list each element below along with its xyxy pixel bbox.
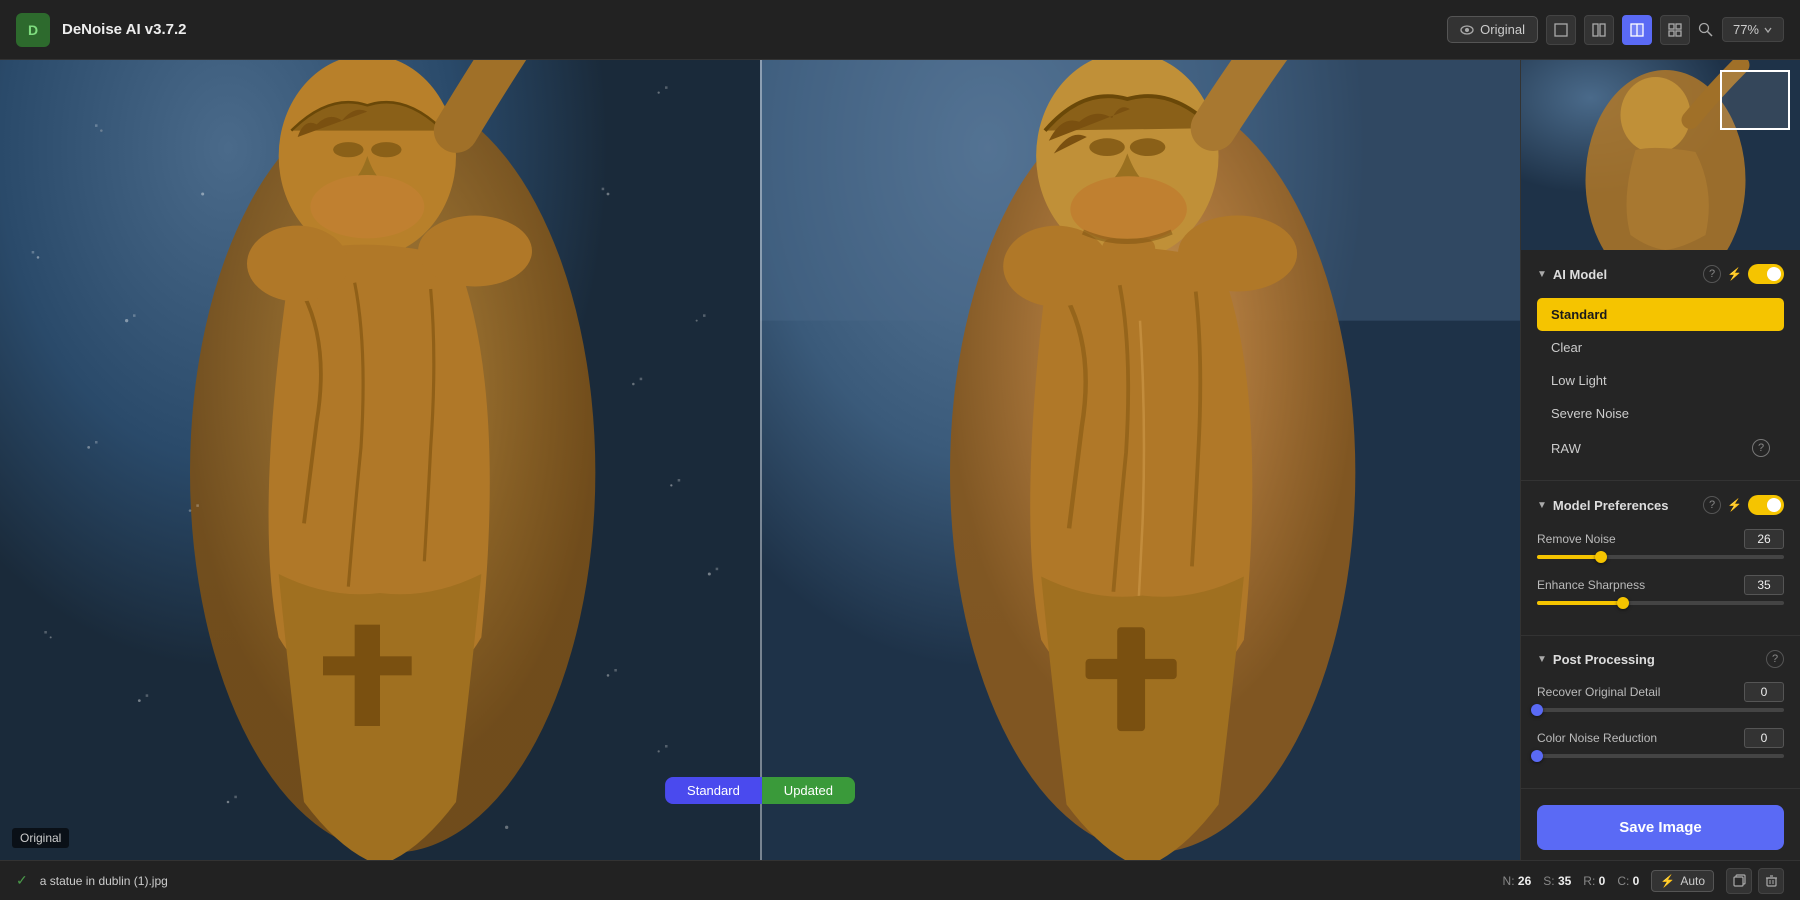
- recover-detail-label: Recover Original Detail: [1537, 685, 1660, 699]
- model-option-raw[interactable]: RAW ?: [1537, 430, 1784, 466]
- model-pref-toggle: ⚡: [1727, 495, 1784, 515]
- copy-icon: [1733, 874, 1746, 887]
- color-noise-thumb[interactable]: [1531, 750, 1543, 762]
- image-container: Original: [0, 60, 1520, 860]
- recover-detail-value[interactable]: 0: [1744, 682, 1784, 702]
- post-processing-section: ▼ Post Processing ? Recover Original Det…: [1521, 636, 1800, 789]
- ai-model-help[interactable]: ?: [1703, 265, 1721, 283]
- noise-param: N: 26: [1503, 874, 1532, 888]
- app-logo: D: [16, 13, 50, 47]
- comparison-pills: Standard Updated: [665, 777, 855, 804]
- thumbnail-area: [1521, 60, 1800, 250]
- app-header: D DeNoise AI v3.7.2 Original: [0, 0, 1800, 60]
- color-param: C: 0: [1617, 874, 1639, 888]
- model-option-low-light[interactable]: Low Light: [1537, 364, 1784, 397]
- color-noise-track[interactable]: [1537, 754, 1784, 758]
- model-option-standard[interactable]: Standard: [1537, 298, 1784, 331]
- zoom-icon: [1698, 22, 1714, 38]
- post-proc-help[interactable]: ?: [1766, 650, 1784, 668]
- model-pref-collapse[interactable]: ▼: [1537, 500, 1547, 511]
- delete-button[interactable]: [1758, 868, 1784, 894]
- model-preferences-header: ▼ Model Preferences ? ⚡: [1537, 495, 1784, 515]
- trash-icon: [1765, 874, 1778, 887]
- updated-pill[interactable]: Updated: [762, 777, 855, 804]
- recover-detail-thumb[interactable]: [1531, 704, 1543, 716]
- ai-model-section: ▼ AI Model ? ⚡ Standard Clear Low Light: [1521, 250, 1800, 481]
- standard-pill[interactable]: Standard: [665, 777, 762, 804]
- zoom-control[interactable]: 77%: [1722, 17, 1784, 42]
- view-split-h-button[interactable]: [1584, 15, 1614, 45]
- enhance-sharpness-fill: [1537, 601, 1623, 605]
- recover-detail-track[interactable]: [1537, 708, 1784, 712]
- remove-noise-thumb[interactable]: [1595, 551, 1607, 563]
- enhance-sharpness-value[interactable]: 35: [1744, 575, 1784, 595]
- enhance-sharpness-label: Enhance Sharpness: [1537, 578, 1645, 592]
- original-label: Original: [12, 828, 69, 848]
- view-split-h-icon: [1592, 23, 1606, 37]
- enhance-sharpness-row: Enhance Sharpness 35: [1537, 575, 1784, 605]
- sharpness-param: S: 35: [1543, 874, 1571, 888]
- ai-model-header: ▼ AI Model ? ⚡: [1537, 264, 1784, 284]
- original-button[interactable]: Original: [1447, 16, 1538, 43]
- image-area: Original: [0, 60, 1520, 860]
- recover-param: R: 0: [1583, 874, 1605, 888]
- app-title: DeNoise AI v3.7.2: [62, 21, 187, 38]
- auto-button[interactable]: ⚡ Auto: [1651, 870, 1714, 892]
- view-grid-button[interactable]: [1660, 15, 1690, 45]
- main-area: Original: [0, 60, 1800, 860]
- processed-statue-svg: [760, 60, 1520, 860]
- ai-model-title: AI Model: [1553, 267, 1697, 282]
- auto-lightning-icon: ⚡: [1660, 874, 1675, 888]
- status-bar: ✓ a statue in dublin (1).jpg N: 26 S: 35…: [0, 860, 1800, 900]
- post-proc-title: Post Processing: [1553, 652, 1760, 667]
- save-image-button[interactable]: Save Image: [1537, 805, 1784, 850]
- model-option-severe-noise[interactable]: Severe Noise: [1537, 397, 1784, 430]
- model-preferences-section: ▼ Model Preferences ? ⚡ Remove Noise 26: [1521, 481, 1800, 636]
- ai-model-collapse[interactable]: ▼: [1537, 269, 1547, 280]
- model-option-clear[interactable]: Clear: [1537, 331, 1784, 364]
- original-image-half: Original: [0, 60, 760, 860]
- view-single-button[interactable]: [1546, 15, 1576, 45]
- view-single-icon: [1554, 23, 1568, 37]
- ai-model-lightning-icon: ⚡: [1727, 267, 1742, 281]
- post-processing-header: ▼ Post Processing ?: [1537, 650, 1784, 668]
- status-params: N: 26 S: 35 R: 0 C: 0: [1503, 874, 1640, 888]
- post-proc-collapse[interactable]: ▼: [1537, 654, 1547, 665]
- copy-button[interactable]: [1726, 868, 1752, 894]
- right-panel: ▼ AI Model ? ⚡ Standard Clear Low Light: [1520, 60, 1800, 860]
- status-action-icons: [1726, 868, 1784, 894]
- enhance-sharpness-thumb[interactable]: [1617, 597, 1629, 609]
- remove-noise-label: Remove Noise: [1537, 532, 1616, 546]
- remove-noise-value[interactable]: 26: [1744, 529, 1784, 549]
- remove-noise-row: Remove Noise 26: [1537, 529, 1784, 559]
- model-pref-title: Model Preferences: [1553, 498, 1697, 513]
- color-noise-value[interactable]: 0: [1744, 728, 1784, 748]
- enhance-sharpness-track[interactable]: [1537, 601, 1784, 605]
- view-split-v-button[interactable]: [1622, 15, 1652, 45]
- view-split-v-icon: [1630, 23, 1644, 37]
- status-filename: a statue in dublin (1).jpg: [40, 874, 168, 888]
- ai-model-toggle-switch[interactable]: [1748, 264, 1784, 284]
- recover-detail-row: Recover Original Detail 0: [1537, 682, 1784, 712]
- view-grid-icon: [1668, 23, 1682, 37]
- remove-noise-fill: [1537, 555, 1601, 559]
- model-pref-help[interactable]: ?: [1703, 496, 1721, 514]
- model-pref-toggle-switch[interactable]: [1748, 495, 1784, 515]
- model-pref-lightning-icon: ⚡: [1727, 498, 1742, 512]
- status-check-icon: ✓: [16, 872, 28, 889]
- eye-icon: [1460, 23, 1474, 37]
- processed-image-half: [760, 60, 1520, 860]
- comparison-divider: [760, 60, 762, 860]
- chevron-down-icon: [1763, 25, 1773, 35]
- remove-noise-track[interactable]: [1537, 555, 1784, 559]
- ai-model-toggle: ⚡: [1727, 264, 1784, 284]
- raw-help-icon[interactable]: ?: [1752, 439, 1770, 457]
- model-options-list: Standard Clear Low Light Severe Noise RA…: [1537, 298, 1784, 466]
- color-noise-label: Color Noise Reduction: [1537, 731, 1657, 745]
- header-controls: Original: [1447, 15, 1784, 45]
- color-noise-row: Color Noise Reduction 0: [1537, 728, 1784, 758]
- original-statue-svg: [0, 60, 760, 860]
- thumbnail-viewport[interactable]: [1720, 70, 1790, 130]
